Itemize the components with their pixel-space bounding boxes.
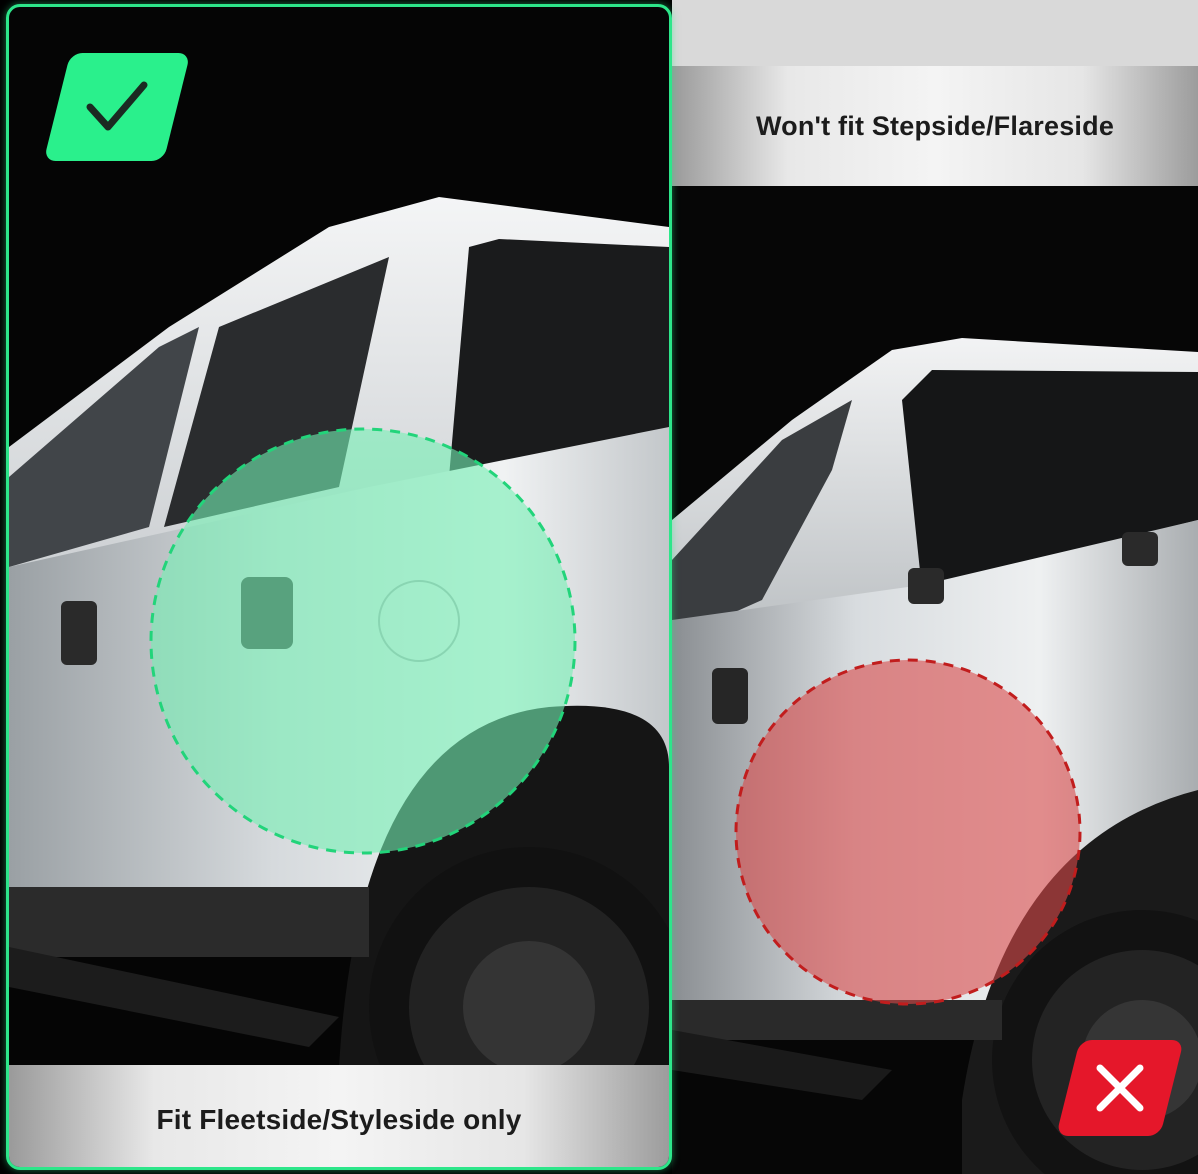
right-panel-not-fit: Won't fit Stepside/Flareside — [672, 0, 1198, 1174]
check-icon — [86, 81, 148, 131]
x-icon — [1096, 1064, 1144, 1112]
fleetside-truck-photo — [9, 197, 669, 1167]
not-fit-label: Won't fit Stepside/Flareside — [672, 66, 1198, 186]
top-strip — [672, 0, 1198, 66]
left-panel-fit: Fit Fleetside/Styleside only — [6, 4, 672, 1170]
fit-label: Fit Fleetside/Styleside only — [9, 1065, 669, 1167]
